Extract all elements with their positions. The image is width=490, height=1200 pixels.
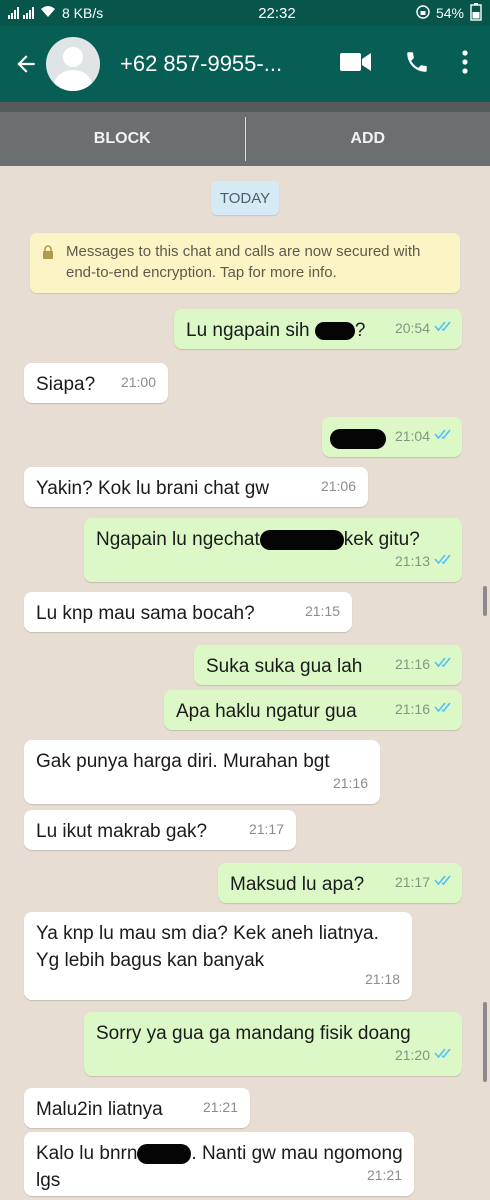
read-ticks-icon [434,867,454,894]
message-time: 21:18 [364,971,400,987]
read-ticks-icon [434,421,454,448]
message-bubble[interactable]: Maksud lu apa? 21:17 [218,863,462,903]
message-time: 20:54 [394,320,430,336]
message-text: kek gitu? [343,529,420,550]
message-text: Sorry ya gua ga mandang fisik doang [96,1023,411,1044]
redaction [314,321,355,340]
network-speed: 8 KB/s [62,5,104,21]
message-time: 21:16 [394,656,430,672]
message-time: 21:17 [394,874,430,890]
message-bubble[interactable]: Malu2in liatnya 21:21 [24,1088,250,1128]
lock-icon [42,245,54,266]
back-arrow-icon[interactable] [0,51,44,77]
message-bubble[interactable]: Kalo lu bnrn. Nanti gw mau ngomong lgs 2… [24,1132,414,1196]
read-ticks-icon [434,649,454,676]
message-text: Maksud lu apa? [230,874,365,895]
message-bubble[interactable]: Ya knp lu mau sm dia? Kek aneh liatnya. … [24,912,412,1000]
message-time: 21:16 [394,701,430,717]
redaction [137,1143,192,1164]
alarm-lock-icon [416,4,430,22]
message-text: Apa haklu ngatur gua [176,701,357,722]
redaction [259,529,344,550]
message-time: 21:21 [366,1167,402,1183]
message-time: 21:00 [120,374,156,390]
encryption-text: Messages to this chat and calls are now … [66,243,421,281]
message-time: 21:13 [394,553,430,569]
message-text: Ngapain lu ngechat [96,529,260,550]
message-text: Yakin? Kok lu brani chat gw [36,478,270,499]
message-bubble[interactable]: Lu ikut makrab gak? 21:17 [24,810,296,850]
scrollbar[interactable] [483,1002,487,1082]
message-time: 21:16 [332,775,368,791]
redaction [330,428,386,449]
more-vert-icon[interactable] [462,49,468,79]
read-ticks-icon [434,1040,454,1067]
message-bubble[interactable]: Lu knp mau sama bocah? 21:15 [24,592,352,632]
wifi-icon [40,5,56,21]
battery-icon [470,2,482,24]
avatar[interactable] [46,37,100,91]
encryption-notice[interactable]: Messages to this chat and calls are now … [30,233,460,293]
message-bubble[interactable]: Lu ngapain sih ? 20:54 [174,309,462,349]
message-bubble[interactable]: Sorry ya gua ga mandang fisik doang 21:2… [84,1012,462,1076]
message-text: Gak punya harga diri. Murahan bgt [36,751,330,772]
scrollbar[interactable] [483,586,487,616]
phone-icon[interactable] [404,49,430,80]
message-text: Suka suka gua lah [206,656,363,677]
video-call-icon[interactable] [340,51,372,78]
block-button[interactable]: BLOCK [0,130,245,148]
chat-header: +62 857-9955-... [0,26,490,102]
message-text: ? [354,320,366,341]
message-text: Malu2in liatnya [36,1099,163,1120]
message-time: 21:06 [320,478,356,494]
read-ticks-icon [434,313,454,340]
status-bar: 8 KB/s 22:32 54% [0,0,490,26]
unknown-contact-bar: BLOCK ADD [0,102,490,166]
message-bubble[interactable]: 21:04 [322,417,462,457]
message-bubble[interactable]: Siapa? 21:00 [24,363,168,403]
message-text: Ya knp lu mau sm dia? Kek aneh liatnya. … [36,923,379,971]
message-time: 21:21 [202,1099,238,1115]
message-text: Lu ikut makrab gak? [36,821,208,842]
message-bubble[interactable]: Gak punya harga diri. Murahan bgt 21:16 [24,740,380,804]
date-chip: TODAY [211,181,279,215]
add-button[interactable]: ADD [246,130,490,148]
message-time: 21:04 [394,428,430,444]
message-time: 21:20 [394,1047,430,1063]
message-time: 21:17 [248,821,284,837]
message-bubble[interactable]: Suka suka gua lah 21:16 [194,645,462,685]
contact-name[interactable]: +62 857-9955-... [120,51,300,77]
message-text: Lu ngapain sih [186,320,315,341]
read-ticks-icon [434,546,454,573]
message-text: Siapa? [36,374,96,395]
message-bubble[interactable]: Apa haklu ngatur gua 21:16 [164,690,462,730]
signal-icon [8,7,34,19]
message-text: Kalo lu bnrn [36,1143,138,1164]
clock: 22:32 [258,4,296,22]
read-ticks-icon [434,694,454,721]
message-text: Lu knp mau sama bocah? [36,603,255,624]
chat-area[interactable]: TODAY Messages to this chat and calls ar… [0,166,490,1200]
message-bubble[interactable]: Yakin? Kok lu brani chat gw 21:06 [24,467,368,507]
message-time: 21:15 [304,603,340,619]
message-bubble[interactable]: Ngapain lu ngechat kek gitu? 21:13 [84,518,462,582]
battery-level: 54% [435,5,464,21]
